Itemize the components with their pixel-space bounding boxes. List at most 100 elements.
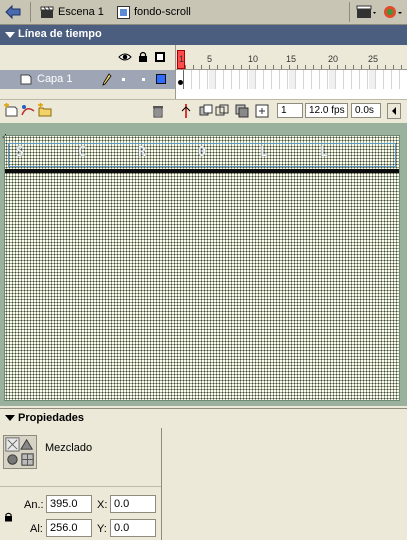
scroll-letter: R: [138, 145, 146, 160]
ruler-tick: [377, 65, 378, 69]
frame-cell[interactable]: [361, 70, 368, 89]
elapsed-time-field[interactable]: 0.0s: [351, 103, 381, 118]
toolbar-separator: [30, 2, 31, 22]
insert-folder-icon[interactable]: [37, 103, 53, 119]
scene-label: Escena 1: [58, 6, 104, 18]
frame-cell[interactable]: [281, 70, 288, 89]
edit-scene-icon[interactable]: [355, 3, 377, 21]
height-label: Al:: [30, 523, 43, 535]
frame-cell[interactable]: [369, 70, 376, 89]
edit-symbols-icon[interactable]: [382, 3, 404, 21]
frame-cell[interactable]: [241, 70, 248, 89]
lock-icon[interactable]: [138, 51, 148, 63]
collapse-triangle-icon[interactable]: [5, 32, 15, 38]
frame-cell[interactable]: [185, 70, 192, 89]
ruler-tick: [401, 65, 402, 69]
frame-cell[interactable]: [321, 70, 328, 89]
frame-cell[interactable]: [225, 70, 232, 89]
frame-ruler[interactable]: 1 5 10 15 20 25: [176, 45, 407, 70]
scroll-letter: C: [78, 145, 86, 160]
scroll-letter: L: [260, 145, 268, 160]
symbol-label: fondo-scroll: [134, 6, 191, 18]
frame-cell[interactable]: [217, 70, 224, 89]
show-hide-eye-icon[interactable]: [118, 52, 132, 62]
frame-cell[interactable]: [329, 70, 336, 89]
ruler-number: 5: [207, 54, 213, 64]
layer-color-swatch[interactable]: [156, 74, 166, 84]
frame-cell[interactable]: [305, 70, 312, 89]
collapse-triangle-icon[interactable]: [5, 415, 15, 421]
frame-rate-field[interactable]: 12.0 fps: [305, 103, 348, 118]
y-field[interactable]: 0.0: [110, 519, 156, 537]
x-field[interactable]: 0.0: [110, 495, 156, 513]
frame-cell[interactable]: [209, 70, 216, 89]
scroll-letter: O: [198, 145, 206, 160]
frame-cell[interactable]: [353, 70, 360, 89]
onion-skin-icon[interactable]: [198, 103, 214, 119]
scroll-title[interactable]: S C R O L L: [8, 145, 396, 165]
current-frame-field[interactable]: 1: [277, 103, 303, 118]
frame-cell[interactable]: [337, 70, 344, 89]
ruler-tick: [185, 65, 186, 69]
frame-cell[interactable]: [265, 70, 272, 89]
ruler-tick: [209, 65, 210, 69]
scene-breadcrumb[interactable]: Escena 1: [40, 5, 104, 19]
stage-workspace[interactable]: + S C R O L L: [0, 123, 407, 406]
blend-mode-icon[interactable]: [3, 435, 37, 469]
ruler-tick: [385, 65, 386, 69]
properties-panel-header[interactable]: Propiedades: [0, 408, 407, 429]
center-frame-icon[interactable]: [178, 103, 194, 119]
width-field[interactable]: 395.0: [46, 495, 92, 513]
lock-dot[interactable]: [142, 78, 145, 81]
frame-cell[interactable]: [233, 70, 240, 89]
layer-row[interactable]: Capa 1: [0, 70, 175, 89]
visibility-dot[interactable]: [122, 78, 125, 81]
height-field[interactable]: 256.0: [46, 519, 92, 537]
scene-bar: Escena 1 fondo-scroll: [0, 0, 407, 25]
frame-cell[interactable]: [377, 70, 384, 89]
keyframe[interactable]: [177, 70, 184, 89]
frame-cells[interactable]: [176, 70, 407, 89]
onion-skin-outlines-icon[interactable]: [214, 103, 230, 119]
add-motion-guide-icon[interactable]: [20, 103, 36, 119]
symbol-breadcrumb[interactable]: fondo-scroll: [117, 5, 191, 19]
ruler-tick: [345, 65, 346, 69]
frame-cell[interactable]: [313, 70, 320, 89]
divider: [0, 486, 161, 487]
delete-layer-trash-icon[interactable]: [150, 103, 166, 119]
frame-cell[interactable]: [289, 70, 296, 89]
stage-canvas[interactable]: [5, 136, 399, 400]
frame-cell[interactable]: [249, 70, 256, 89]
frame-cell[interactable]: [345, 70, 352, 89]
timeline-scroll-left-button[interactable]: [387, 103, 401, 119]
ruler-tick: [313, 65, 314, 69]
ruler-tick: [297, 65, 298, 69]
blend-label: Mezclado: [45, 442, 93, 454]
timeline-panel-header[interactable]: Línea de tiempo: [0, 25, 407, 45]
back-arrow-icon[interactable]: [4, 4, 22, 20]
frame-cell[interactable]: [393, 70, 400, 89]
frame-cell[interactable]: [401, 70, 407, 89]
frame-cell[interactable]: [193, 70, 200, 89]
ruler-number: 10: [248, 54, 259, 64]
constrain-proportions-lock-icon[interactable]: [4, 512, 13, 522]
outline-toggle-icon[interactable]: [155, 52, 165, 62]
frame-cell[interactable]: [201, 70, 208, 89]
frame-cell[interactable]: [273, 70, 280, 89]
ruler-tick: [329, 65, 330, 69]
edit-multiple-frames-icon[interactable]: [234, 103, 250, 119]
ruler-tick: [257, 65, 258, 69]
y-label: Y:: [97, 523, 107, 535]
ruler-number: 25: [368, 54, 379, 64]
layer-column-icons: [0, 45, 175, 69]
ruler-tick: [281, 65, 282, 69]
insert-layer-icon[interactable]: [3, 103, 19, 119]
layer-name[interactable]: Capa 1: [37, 73, 72, 85]
properties-body: Mezclado An.: 395.0 X: 0.0 Al: 256.0 Y: …: [0, 428, 407, 540]
clapperboard-icon: [40, 6, 54, 18]
modify-onion-markers-icon[interactable]: [254, 103, 270, 119]
frame-cell[interactable]: [385, 70, 392, 89]
frame-cell[interactable]: [257, 70, 264, 89]
ruler-tick: [305, 65, 306, 69]
frame-cell[interactable]: [297, 70, 304, 89]
